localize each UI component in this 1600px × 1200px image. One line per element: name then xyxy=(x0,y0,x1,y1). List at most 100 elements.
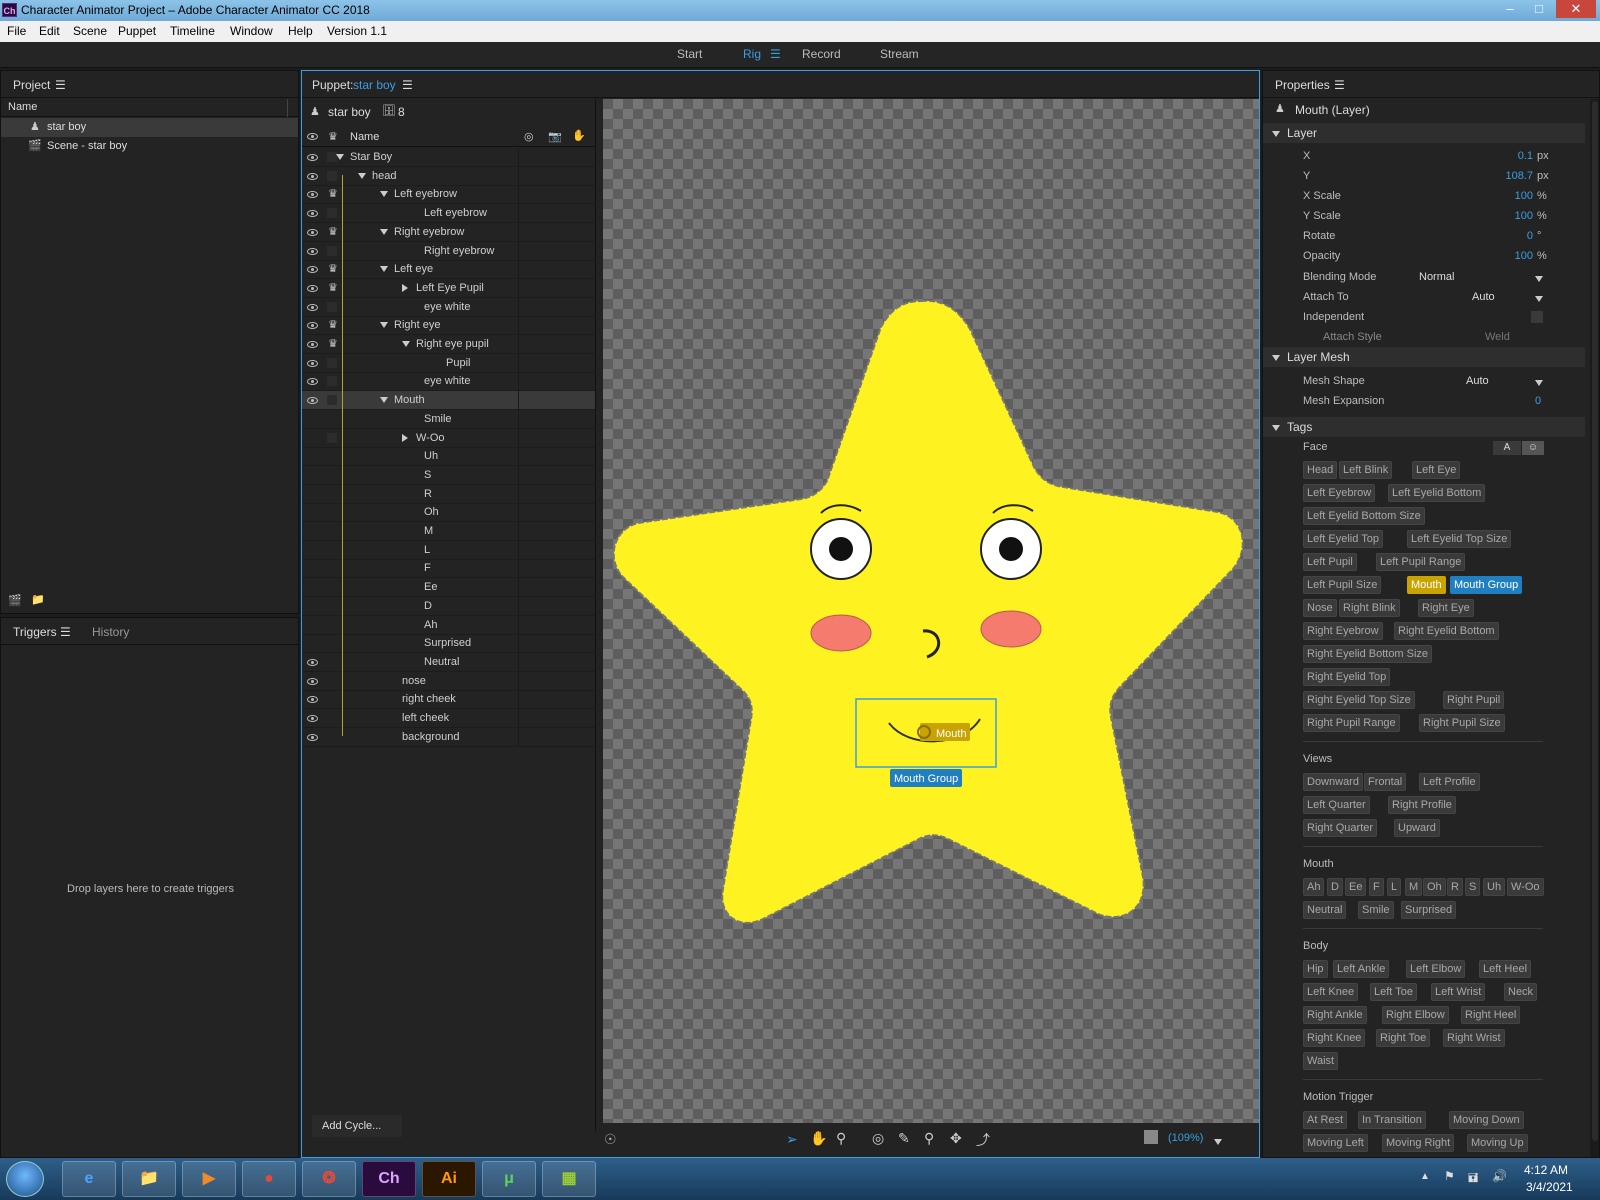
layer-row[interactable]: S xyxy=(302,465,595,485)
tag-button[interactable]: Left Profile xyxy=(1419,773,1480,791)
layer-row[interactable]: background xyxy=(302,727,595,747)
expand-arrow-down-icon[interactable] xyxy=(402,335,410,354)
layer-row[interactable]: Smile xyxy=(302,409,595,429)
menu-help[interactable]: Help xyxy=(288,24,313,38)
independent-toggle[interactable] xyxy=(327,376,337,387)
triggers-menu-icon[interactable]: ☰ xyxy=(60,625,71,639)
independent-toggle[interactable] xyxy=(327,170,337,181)
tag-button[interactable]: Right Eye xyxy=(1418,599,1474,617)
property-value[interactable]: 0 xyxy=(1527,227,1533,246)
tag-button[interactable]: W-Oo xyxy=(1507,878,1544,896)
expand-arrow-down-icon[interactable] xyxy=(380,185,388,204)
independent-crown-icon[interactable]: ♛ xyxy=(328,279,338,298)
property-value[interactable]: 100 xyxy=(1515,247,1533,266)
tag-button[interactable]: Right Eyelid Top Size xyxy=(1303,691,1415,709)
tag-button[interactable]: Neutral xyxy=(1303,901,1347,919)
layer-row[interactable]: nose xyxy=(302,671,595,691)
zoom-dropdown-icon[interactable] xyxy=(1214,1136,1222,1148)
independent-toggle[interactable] xyxy=(327,357,337,368)
tag-button[interactable]: Left Pupil Size xyxy=(1303,576,1382,594)
scrollbar-thumb[interactable] xyxy=(1592,101,1598,1141)
clock-time[interactable]: 4:12 AM xyxy=(1524,1163,1568,1177)
tag-button[interactable]: Right Eyebrow xyxy=(1303,622,1383,640)
tag-button[interactable]: Moving Up xyxy=(1467,1134,1528,1152)
visibility-eye-icon[interactable] xyxy=(307,696,318,704)
expand-arrow-down-icon[interactable] xyxy=(336,148,344,167)
tab-triggers[interactable]: Triggers xyxy=(13,625,57,639)
layer-row[interactable]: ♛ Right eyebrow xyxy=(302,222,595,242)
visibility-eye-icon[interactable] xyxy=(307,341,318,348)
chevron-down-icon[interactable] xyxy=(1535,377,1543,389)
split-divider[interactable] xyxy=(595,99,596,1131)
blending-mode-dropdown[interactable]: Normal xyxy=(1419,271,1454,283)
tag-button[interactable]: Right Pupil xyxy=(1443,691,1505,709)
visibility-eye-icon[interactable] xyxy=(307,359,318,367)
tag-button[interactable]: Upward xyxy=(1394,819,1440,837)
maximize-icon[interactable]: □ xyxy=(1525,0,1553,18)
origin-tool-icon[interactable]: ◎ xyxy=(872,1130,884,1147)
section-tags[interactable]: Tags xyxy=(1263,417,1585,437)
expand-arrow-down-icon[interactable] xyxy=(380,391,388,410)
layer-row[interactable]: Left eyebrow xyxy=(302,204,595,224)
taskbar-illustrator-icon[interactable]: Ai xyxy=(422,1161,476,1197)
expand-arrow-down-icon[interactable] xyxy=(380,316,388,335)
layer-row[interactable]: Mouth xyxy=(302,391,595,411)
face-visual-view-icon[interactable]: ☺ xyxy=(1522,441,1544,455)
section-layer-mesh[interactable]: Layer Mesh xyxy=(1263,347,1585,367)
layer-row[interactable]: head xyxy=(302,166,595,186)
zoom-tool-icon[interactable]: ⚲ xyxy=(836,1130,846,1147)
layer-row[interactable]: L xyxy=(302,540,595,560)
tag-button[interactable]: Right Profile xyxy=(1388,796,1456,814)
dangle-tool-icon[interactable]: ⤴ xyxy=(976,1130,990,1150)
expand-arrow-down-icon[interactable] xyxy=(380,260,388,279)
visibility-eye-icon[interactable] xyxy=(307,658,318,666)
menu-timeline[interactable]: Timeline xyxy=(170,24,215,38)
visibility-eye-icon[interactable] xyxy=(307,210,318,218)
tag-button[interactable]: M xyxy=(1405,878,1423,896)
property-value[interactable]: 100 xyxy=(1515,207,1533,226)
visibility-eye-icon[interactable] xyxy=(307,191,318,199)
tag-button[interactable]: F xyxy=(1369,878,1384,896)
independent-toggle[interactable] xyxy=(327,432,337,443)
tab-stream[interactable]: Stream xyxy=(880,47,919,61)
layer-row[interactable]: Oh xyxy=(302,503,595,523)
layer-row[interactable]: Ah xyxy=(302,615,595,635)
project-menu-icon[interactable]: ☰ xyxy=(55,78,66,92)
independent-toggle[interactable] xyxy=(327,301,337,312)
independent-toggle[interactable] xyxy=(327,395,337,406)
layer-row[interactable]: ♛ Left eye xyxy=(302,260,595,280)
taskbar-android-icon[interactable]: ▦ xyxy=(542,1161,596,1197)
layer-row[interactable]: Surprised xyxy=(302,634,595,654)
layer-row[interactable]: ♛ Left Eye Pupil xyxy=(302,278,595,298)
layer-row[interactable]: R xyxy=(302,484,595,504)
tag-button[interactable]: Right Eyelid Top xyxy=(1303,668,1391,686)
layer-row[interactable]: Star Boy xyxy=(302,148,595,167)
visibility-eye-icon[interactable] xyxy=(307,715,318,722)
tag-button[interactable]: Left Elbow xyxy=(1406,960,1466,978)
tag-button[interactable]: Ah xyxy=(1303,878,1325,896)
tag-button[interactable]: Left Knee xyxy=(1303,983,1359,1001)
tag-button[interactable]: Right Eyelid Bottom Size xyxy=(1303,645,1433,663)
tag-button[interactable]: Left Eyelid Top Size xyxy=(1407,530,1512,548)
tag-button[interactable]: Right Blink xyxy=(1339,599,1400,617)
menu-puppet[interactable]: Puppet xyxy=(118,24,156,38)
menu-window[interactable]: Window xyxy=(230,24,273,38)
select-tool-icon[interactable]: ➢ xyxy=(786,1131,798,1148)
tag-button[interactable]: S xyxy=(1465,878,1481,896)
independent-toggle[interactable] xyxy=(327,245,337,256)
taskbar-media-icon[interactable]: ▶ xyxy=(182,1161,236,1197)
visibility-eye-icon[interactable] xyxy=(307,284,318,292)
properties-scrollbar[interactable] xyxy=(1590,99,1599,1157)
tag-button[interactable]: Left Heel xyxy=(1479,960,1532,978)
visibility-eye-icon[interactable] xyxy=(307,397,318,405)
layer-row[interactable]: eye white xyxy=(302,297,595,317)
handle-tool-icon[interactable]: ✥ xyxy=(950,1130,962,1147)
project-item-scene[interactable]: 🎬 Scene - star boy xyxy=(1,137,298,156)
expand-arrow-right-icon[interactable] xyxy=(402,279,408,298)
tag-button[interactable]: Left Eyelid Top xyxy=(1303,530,1383,548)
tag-button[interactable]: L xyxy=(1387,878,1402,896)
rig-menu-icon[interactable]: ☰ xyxy=(770,47,781,61)
pin-tool-icon[interactable]: ⚲ xyxy=(924,1130,934,1147)
tag-button[interactable]: In Transition xyxy=(1358,1111,1426,1129)
start-button[interactable] xyxy=(6,1161,44,1197)
